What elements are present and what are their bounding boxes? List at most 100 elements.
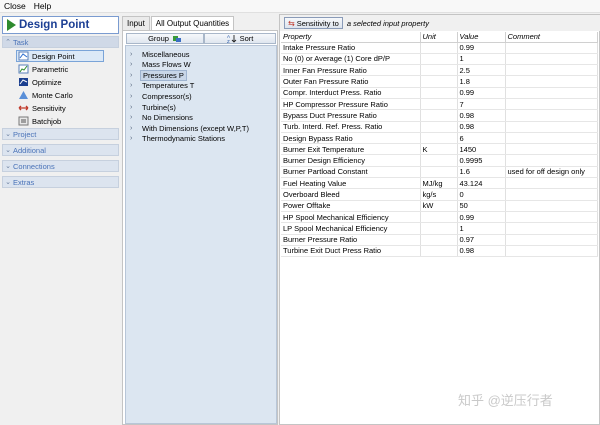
table-row[interactable]: Burner Design Efficiency 0.9995	[281, 154, 598, 167]
group-project[interactable]: ⌄ Project	[2, 128, 119, 140]
unit-cell	[420, 109, 458, 122]
property-cell: Bypass Duct Pressure Ratio	[281, 109, 421, 122]
table-row[interactable]: Burner Pressure Ratio 0.97	[281, 234, 598, 246]
expand-arrow-icon[interactable]: ›	[130, 125, 140, 132]
tree-node-label: Turbine(s)	[142, 102, 176, 112]
tree-node-label: Temperatures T	[142, 81, 195, 91]
group-connections[interactable]: ⌄ Connections	[2, 160, 119, 172]
tab-all-output-quantities[interactable]: All Output Quantities	[150, 16, 235, 31]
table-row[interactable]: LP Spool Mechanical Efficiency 1	[281, 222, 598, 235]
tree-node-label: Miscellaneous	[142, 49, 190, 59]
table-row[interactable]: No (0) or Average (1) Core dP/P 1	[281, 53, 598, 66]
expand-arrow-icon[interactable]: ›	[130, 104, 140, 111]
table-row[interactable]: Turbine Exit Duct Press Ratio 0.98	[281, 245, 598, 258]
menu-close[interactable]: Close	[0, 0, 30, 13]
value-cell[interactable]: 0.97	[457, 234, 506, 246]
tree-node[interactable]: › Turbine(s)	[130, 102, 178, 112]
value-cell[interactable]: 50	[457, 200, 506, 212]
column-header-value[interactable]: Value	[457, 32, 506, 43]
table-row[interactable]: Power Offtake kW 50	[281, 200, 598, 212]
comment-cell	[505, 200, 598, 212]
property-cell: Intake Pressure Ratio	[281, 42, 421, 54]
expand-arrow-icon[interactable]: ›	[130, 51, 140, 58]
sensitivity-to-button[interactable]: ⇆ Sensitivity to	[284, 17, 343, 29]
task-item-design-point[interactable]: Design Point	[16, 50, 104, 62]
tree-node[interactable]: › With Dimensions (except W,P,T)	[130, 123, 251, 133]
column-header-comment[interactable]: Comment	[505, 32, 598, 43]
tree-node[interactable]: › Compressor(s)	[130, 91, 194, 101]
comment-cell	[505, 87, 598, 99]
table-row[interactable]: Inner Fan Pressure Ratio 2.5	[281, 64, 598, 77]
table-row[interactable]: Intake Pressure Ratio 0.99	[281, 42, 598, 54]
sort-button[interactable]: A Z Sort	[204, 33, 276, 44]
table-row[interactable]: HP Spool Mechanical Efficiency 0.99	[281, 211, 598, 224]
property-cell: Fuel Heating Value	[281, 177, 421, 190]
expand-arrow-icon[interactable]: ›	[130, 93, 140, 100]
value-cell[interactable]: 0.98	[457, 245, 506, 258]
value-cell[interactable]: 0.98	[457, 109, 506, 122]
task-item-batchjob[interactable]: Batchjob	[16, 115, 104, 127]
value-cell[interactable]: 2.5	[457, 64, 506, 77]
task-item-optimize[interactable]: Optimize	[16, 76, 104, 88]
menu-help[interactable]: Help	[30, 0, 55, 13]
value-cell[interactable]: 0	[457, 188, 506, 201]
expand-arrow-icon[interactable]: ›	[130, 72, 140, 79]
table-row[interactable]: HP Compressor Pressure Ratio 7	[281, 98, 598, 111]
value-cell[interactable]: 1.8	[457, 75, 506, 88]
tree-node[interactable]: › Thermodynamic Stations	[130, 134, 227, 144]
expand-arrow-icon[interactable]: ›	[130, 61, 140, 68]
tree-node[interactable]: › Miscellaneous	[130, 49, 192, 59]
tree-node[interactable]: › Temperatures T	[130, 81, 196, 91]
group-icon	[172, 35, 181, 42]
value-cell[interactable]: 0.98	[457, 121, 506, 133]
value-cell[interactable]: 0.99	[457, 211, 506, 224]
table-row[interactable]: Turb. Interd. Ref. Press. Ratio 0.98	[281, 121, 598, 133]
unit-cell: MJ/kg	[420, 177, 458, 190]
table-row[interactable]: Outer Fan Pressure Ratio 1.8	[281, 75, 598, 88]
expand-arrow-icon[interactable]: ›	[130, 82, 140, 89]
value-cell[interactable]: 0.9995	[457, 154, 506, 167]
value-cell[interactable]: 43.124	[457, 177, 506, 190]
value-cell[interactable]: 0.99	[457, 87, 506, 99]
value-cell[interactable]: 6	[457, 132, 506, 145]
table-row[interactable]: Burner Exit Temperature K 1450	[281, 143, 598, 156]
tree-node-label: Pressures P	[140, 69, 187, 81]
table-row[interactable]: Bypass Duct Pressure Ratio 0.98	[281, 109, 598, 122]
task-item-sensitivity[interactable]: Sensitivity	[16, 102, 104, 114]
unit-cell	[420, 75, 458, 88]
value-cell[interactable]: 7	[457, 98, 506, 111]
group-task[interactable]: ⌃ Task	[2, 36, 119, 48]
group-additional[interactable]: ⌄ Additional	[2, 144, 119, 156]
value-cell[interactable]: 1	[457, 222, 506, 235]
value-cell[interactable]: 1.6	[457, 166, 506, 179]
table-row[interactable]: Burner Partload Constant 1.6 used for off …	[281, 166, 598, 179]
property-cell: Design Bypass Ratio	[281, 132, 421, 145]
tab-input[interactable]: Input	[122, 16, 150, 30]
property-cell: Burner Partload Constant	[281, 166, 421, 179]
left-nav-panel: Design Point ⌃ Task Design Point Parametr…	[0, 14, 121, 425]
group-button[interactable]: Group	[126, 33, 204, 44]
value-cell[interactable]: 1	[457, 53, 506, 66]
comment-cell	[505, 188, 598, 201]
tree-node[interactable]: › Pressures P	[130, 69, 187, 81]
tab-body: Group A Z Sort › Miscellaneous › Mass Flows…	[122, 30, 278, 425]
sort-az-icon: A Z	[227, 34, 236, 43]
table-row[interactable]: Fuel Heating Value MJ/kg 43.124	[281, 177, 598, 190]
properties-panel: ⇆ Sensitivity to a selected input proper…	[279, 14, 600, 425]
column-header-unit[interactable]: Unit	[420, 32, 458, 43]
column-header-property[interactable]: Property	[281, 32, 421, 43]
value-cell[interactable]: 1450	[457, 143, 506, 156]
task-item-parametric[interactable]: Parametric	[16, 63, 104, 75]
expand-arrow-icon[interactable]: ›	[130, 114, 140, 121]
expand-arrow-icon[interactable]: ›	[130, 135, 140, 142]
table-row[interactable]: Design Bypass Ratio 6	[281, 132, 598, 145]
task-item-monte-carlo[interactable]: Monte Carlo	[16, 89, 104, 101]
group-extras[interactable]: ⌄ Extras	[2, 176, 119, 188]
table-row[interactable]: Compr. Interduct Press. Ratio 0.99	[281, 87, 598, 99]
comment-cell	[505, 211, 598, 224]
value-cell[interactable]: 0.99	[457, 42, 506, 54]
table-row[interactable]: Overboard Bleed kg/s 0	[281, 188, 598, 201]
property-cell: Burner Pressure Ratio	[281, 234, 421, 246]
tree-node[interactable]: › Mass Flows W	[130, 60, 193, 70]
tree-node[interactable]: › No Dimensions	[130, 113, 195, 123]
